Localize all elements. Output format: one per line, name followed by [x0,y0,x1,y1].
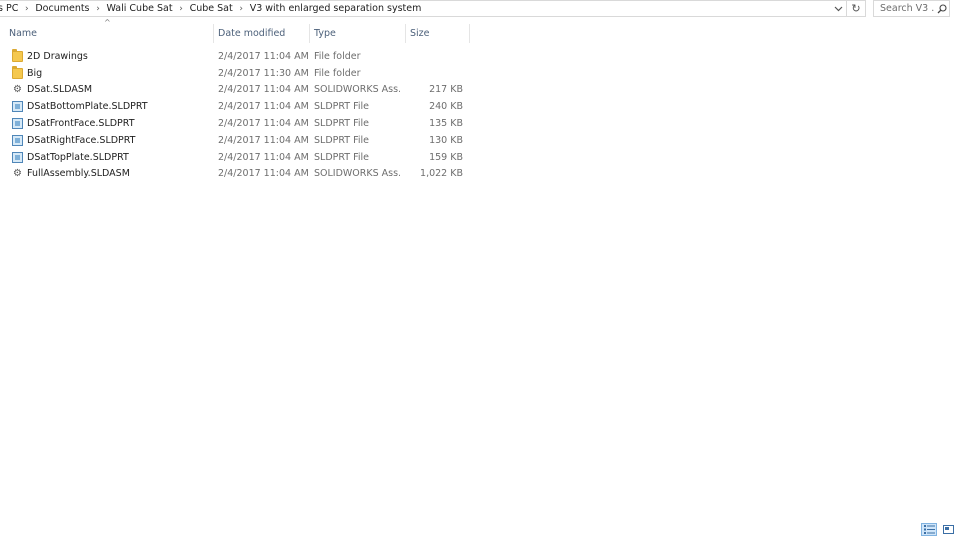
column-header-name[interactable]: Name [5,24,214,43]
large-icons-view-button[interactable] [940,523,956,536]
assembly-icon: ⚙ [13,168,22,180]
file-date: 2/4/2017 11:04 AM [218,151,309,163]
file-row[interactable]: DSatTopPlate.SLDPRT 2/4/2017 11:04 AM SLDP… [0,149,470,166]
file-type: SLDPRT File [314,134,369,146]
details-view-button[interactable] [921,523,937,536]
file-type: File folder [314,67,361,79]
part-icon [12,151,23,163]
part-icon [12,101,23,113]
file-row[interactable]: DSatFrontFace.SLDPRT 2/4/2017 11:04 AM SLD… [0,115,470,132]
file-type: SOLIDWORKS Ass... [314,84,400,96]
column-label-size: Size [410,28,430,39]
column-header-type[interactable]: Type [310,24,406,43]
search-icon[interactable] [935,3,949,14]
chevron-right-icon[interactable]: › [90,4,107,14]
chevron-right-icon[interactable]: › [173,4,190,14]
file-name-cell: DSatBottomPlate.SLDPRT [12,98,148,115]
file-date: 2/4/2017 11:04 AM [218,134,309,146]
file-size: 130 KB [429,134,463,146]
file-row[interactable]: DSatRightFace.SLDPRT 2/4/2017 11:04 AM SLD… [0,132,470,149]
refresh-icon: ↻ [851,2,861,15]
column-header-size[interactable]: Size [406,24,470,43]
breadcrumb-this-pc[interactable]: s PC [0,3,18,14]
column-header-date[interactable]: Date modified [214,24,310,43]
file-name[interactable]: DSatRightFace.SLDPRT [27,135,136,146]
file-date: 2/4/2017 11:30 AM [218,67,309,79]
breadcrumb-documents[interactable]: Documents [35,3,89,14]
file-name[interactable]: DSatBottomPlate.SLDPRT [27,101,148,112]
chevron-down-icon [834,6,842,11]
file-name[interactable]: DSatTopPlate.SLDPRT [27,152,129,163]
file-size: 240 KB [429,101,463,113]
breadcrumb-cube-sat[interactable]: Cube Sat [190,3,233,14]
chevron-right-icon[interactable]: › [18,4,35,14]
breadcrumb: s PC › Documents › Wali Cube Sat › Cube … [0,1,830,16]
search-placeholder: Search V3 ... [880,3,935,14]
file-name[interactable]: DSat.SLDASM [27,84,92,95]
file-row[interactable]: 2D Drawings 2/4/2017 11:04 AM File folder [0,48,470,65]
file-name-cell: 2D Drawings [12,48,88,65]
file-size: 1,022 KB [420,168,463,180]
file-name-cell: DSatRightFace.SLDPRT [12,132,136,149]
file-name-cell: ⚙ FullAssembly.SLDASM [12,166,130,183]
file-row[interactable]: ⚙ FullAssembly.SLDASM 2/4/2017 11:04 AM SOL… [0,166,470,183]
file-row[interactable]: Big 2/4/2017 11:30 AM File folder [0,65,470,82]
chevron-right-icon[interactable]: › [233,4,250,14]
file-row[interactable]: ⚙ DSat.SLDASM 2/4/2017 11:04 AM SOLIDWORKS … [0,82,470,99]
file-type: SOLIDWORKS Ass... [314,168,400,180]
file-type: SLDPRT File [314,151,369,163]
large-icons-view-icon [942,525,954,534]
file-size [400,65,463,82]
address-history-dropdown[interactable] [830,1,846,16]
file-size: 159 KB [429,151,463,163]
breadcrumb-wali-cube-sat[interactable]: Wali Cube Sat [107,3,173,14]
file-name-cell: Big [12,65,42,82]
file-name-cell: DSatTopPlate.SLDPRT [12,149,129,166]
part-icon [12,134,23,146]
file-list: 2D Drawings 2/4/2017 11:04 AM File folder B… [0,48,470,182]
file-type: File folder [314,50,361,62]
file-type: SLDPRT File [314,118,369,130]
folder-icon [12,48,23,62]
file-name[interactable]: 2D Drawings [27,51,88,62]
column-label-type: Type [314,28,336,39]
folder-icon [12,65,23,79]
file-name[interactable]: FullAssembly.SLDASM [27,168,130,179]
file-date: 2/4/2017 11:04 AM [218,168,309,180]
part-icon [12,118,23,130]
file-date: 2/4/2017 11:04 AM [218,101,309,113]
file-size: 135 KB [429,118,463,130]
view-switcher [921,523,956,536]
refresh-button[interactable]: ↻ [846,1,865,16]
file-name[interactable]: DSatFrontFace.SLDPRT [27,118,135,129]
file-name-cell: ⚙ DSat.SLDASM [12,82,92,99]
file-name-cell: DSatFrontFace.SLDPRT [12,115,135,132]
details-view-icon [923,525,935,534]
breadcrumb-current-folder[interactable]: V3 with enlarged separation system [250,3,422,14]
file-row[interactable]: DSatBottomPlate.SLDPRT 2/4/2017 11:04 AM S… [0,98,470,115]
assembly-icon: ⚙ [13,84,22,96]
column-label-name: Name [9,28,38,39]
file-date: 2/4/2017 11:04 AM [218,84,309,96]
column-header-row: ^ Name Date modified Type Size [0,18,470,43]
file-size: 217 KB [429,84,463,96]
file-date: 2/4/2017 11:04 AM [218,50,309,62]
file-date: 2/4/2017 11:04 AM [218,118,309,130]
address-bar[interactable]: s PC › Documents › Wali Cube Sat › Cube … [0,0,866,17]
file-size [400,48,463,65]
file-name[interactable]: Big [27,68,42,79]
search-input[interactable]: Search V3 ... [873,0,950,17]
column-label-date: Date modified [218,28,286,39]
file-type: SLDPRT File [314,101,369,113]
